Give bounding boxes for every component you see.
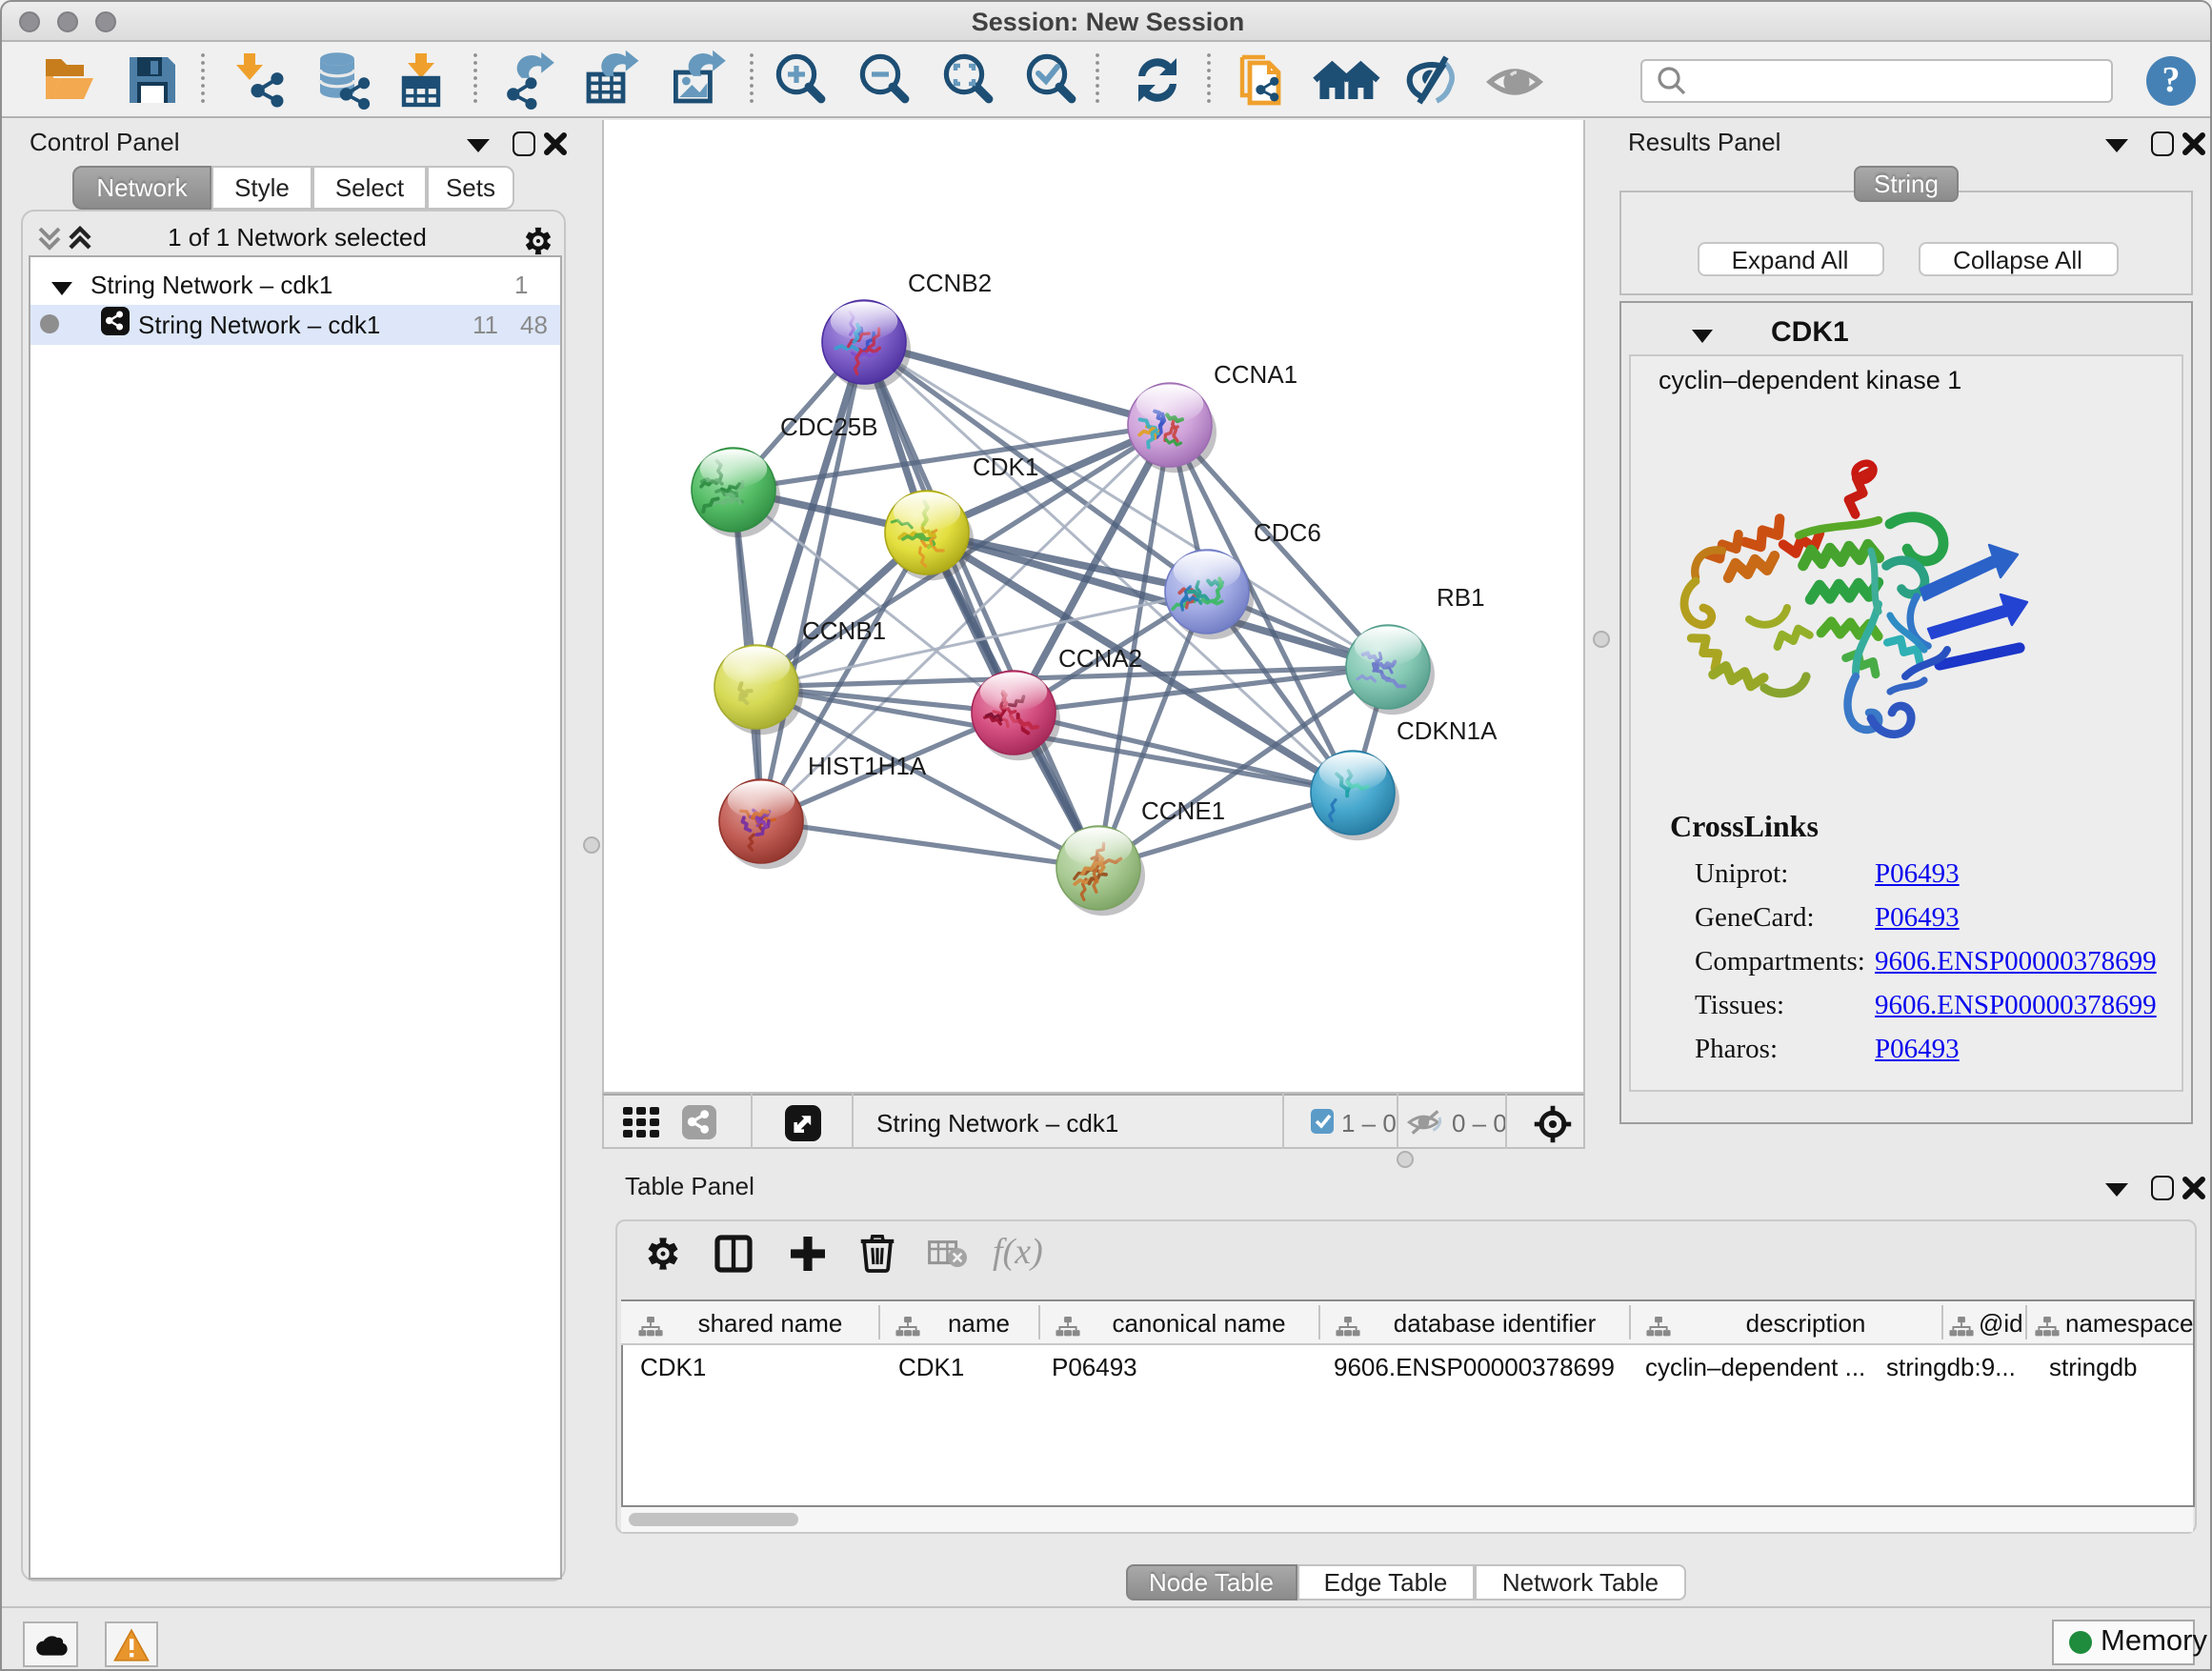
svg-text:RB1: RB1 (1436, 582, 1484, 611)
svg-text:CDKN1A: CDKN1A (1396, 715, 1497, 744)
svg-text:CCNA1: CCNA1 (1213, 359, 1297, 388)
svg-text:?: ? (2162, 60, 2181, 100)
svg-text:CCNB2: CCNB2 (907, 268, 991, 296)
svg-text:CCNB1: CCNB1 (801, 615, 885, 644)
svg-text:CCNE1: CCNE1 (1140, 795, 1224, 824)
svg-text:CDK1: CDK1 (972, 452, 1037, 480)
svg-text:HIST1H1A: HIST1H1A (807, 751, 926, 779)
svg-text:CDC25B: CDC25B (779, 412, 877, 440)
svg-text:CCNA2: CCNA2 (1057, 643, 1141, 672)
svg-text:CDC6: CDC6 (1253, 517, 1320, 546)
